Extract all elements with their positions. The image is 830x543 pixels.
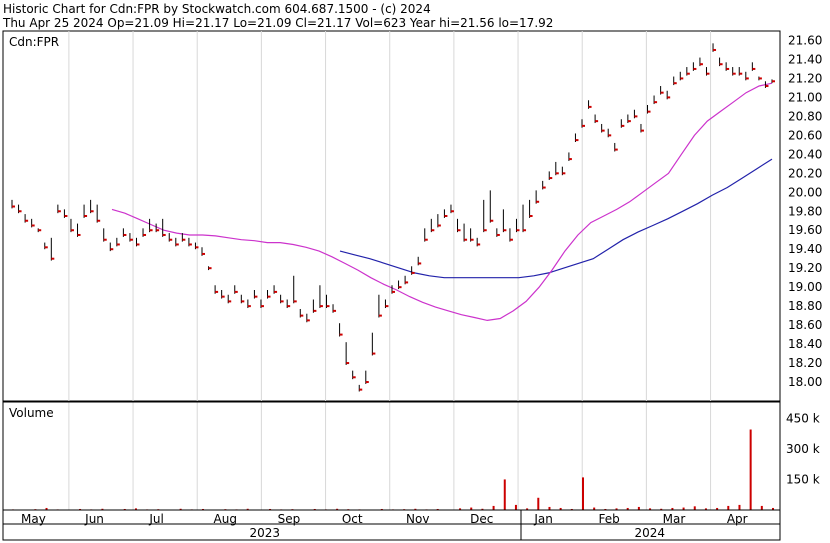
price-tick-label: 20.60 [788,128,822,142]
month-label: Sep [278,512,301,526]
month-label: Dec [470,512,493,526]
price-tick-label: 21.20 [788,71,822,85]
price-tick-label: 18.40 [788,337,822,351]
stock-chart: Historic Chart for Cdn:FPR by Stockwatch… [0,0,830,543]
month-label: Jun [84,512,104,526]
price-tick-label: 18.60 [788,318,822,332]
price-tick-label: 21.60 [788,33,822,47]
year-label: 2023 [250,526,281,540]
month-label: May [21,512,46,526]
month-label: Jul [148,512,163,526]
month-label: Nov [406,512,429,526]
month-label: Mar [663,512,686,526]
price-tick-label: 18.20 [788,356,822,370]
chart-background [0,0,830,543]
volume-label: Volume [9,406,54,420]
volume-y-axis: 450 k 300 k 150 k [786,411,820,486]
volume-bar [693,506,696,510]
price-tick-label: 20.00 [788,185,822,199]
volume-bar [738,504,741,510]
volume-bar [514,504,517,510]
volume-tick-label: 150 k [786,472,820,486]
volume-bar [537,497,540,510]
price-tick-label: 20.80 [788,109,822,123]
volume-bar [503,479,506,510]
volume-tick-label: 300 k [786,442,820,456]
chart-title: Historic Chart for Cdn:FPR by Stockwatch… [3,2,431,16]
volume-tick-label: 450 k [786,411,820,425]
month-label: Feb [599,512,620,526]
volume-bar [492,505,495,510]
price-tick-label: 18.00 [788,375,822,389]
volume-bar [760,505,763,510]
price-tick-label: 21.00 [788,90,822,104]
quote-summary: Thu Apr 25 2024 Op=21.09 Hi=21.17 Lo=21.… [2,16,553,30]
price-tick-label: 18.80 [788,299,822,313]
volume-bar [749,429,752,510]
volume-bar [727,505,730,510]
price-tick-label: 19.80 [788,204,822,218]
price-tick-label: 20.20 [788,166,822,180]
month-label: Oct [342,512,363,526]
price-tick-label: 19.40 [788,242,822,256]
symbol-label: Cdn:FPR [9,35,59,49]
price-tick-label: 19.20 [788,261,822,275]
month-label: Aug [214,512,237,526]
year-label: 2024 [635,526,666,540]
month-label: Jan [533,512,553,526]
price-tick-label: 19.60 [788,223,822,237]
price-tick-label: 20.40 [788,147,822,161]
price-tick-label: 21.40 [788,52,822,66]
price-tick-label: 19.00 [788,280,822,294]
month-label: Apr [727,512,748,526]
volume-bar [582,477,584,510]
